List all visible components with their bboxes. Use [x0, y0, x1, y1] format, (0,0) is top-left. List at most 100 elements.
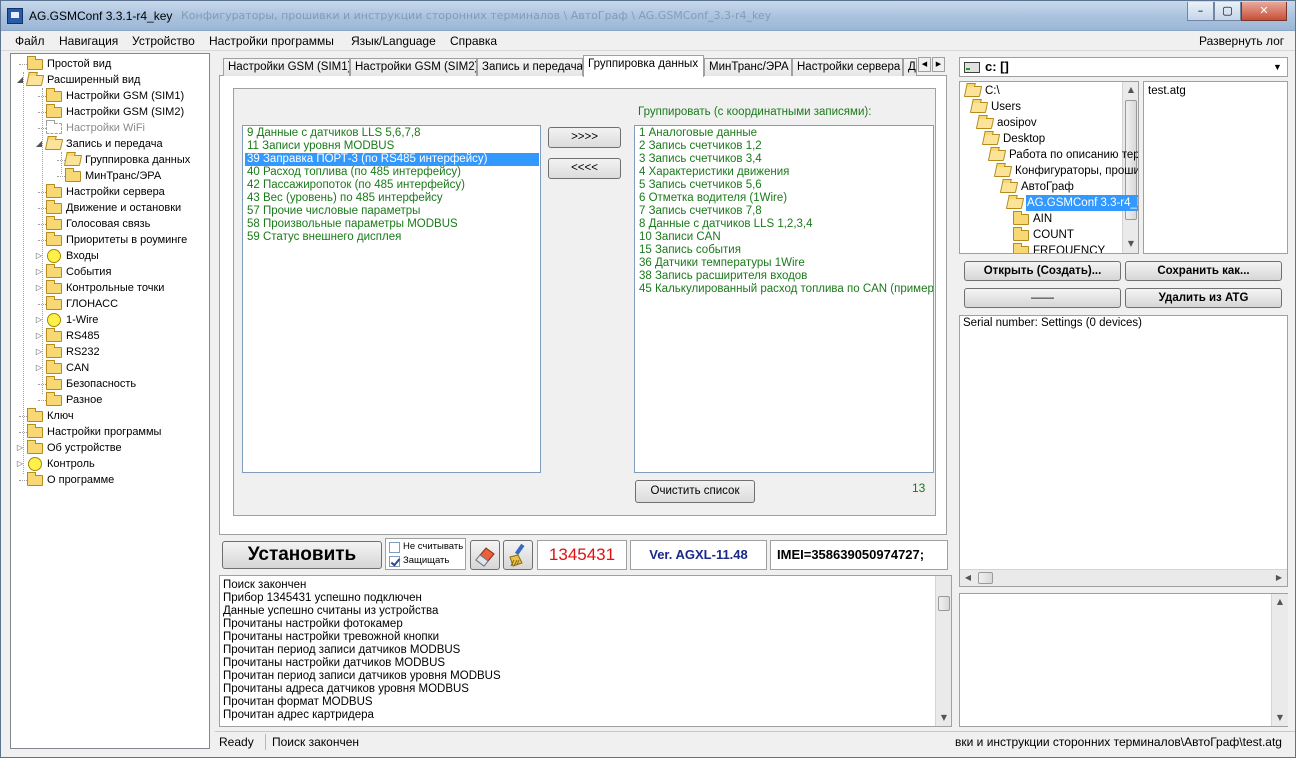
close-button[interactable]: ✕: [1241, 2, 1287, 21]
tab-6[interactable]: Д: [903, 58, 917, 76]
folder-icon: [46, 360, 62, 374]
delete-from-atg-button[interactable]: Удалить из ATG: [1125, 288, 1282, 308]
folder-icon: [1013, 243, 1029, 253]
log-line: Прочитаны настройки тревожной кнопки: [223, 631, 440, 643]
menu-device[interactable]: Устройство: [132, 34, 195, 48]
tree-guide-line: [42, 88, 43, 394]
folder-open-icon: [987, 150, 1007, 161]
tree-node-label: Настройки WiFi: [66, 122, 145, 134]
grouped-record-item[interactable]: 8 Данные с датчиков LLS 1,2,3,4: [637, 218, 813, 231]
folder-open-icon: [1005, 198, 1025, 209]
tree-node-label: События: [66, 266, 112, 278]
tree-node-label: Движение и остановки: [66, 202, 182, 214]
available-record-item[interactable]: 43 Вес (уровень) по 485 интерфейсу: [245, 192, 443, 205]
grouped-record-item[interactable]: 45 Калькулированный расход топлива по CA…: [637, 283, 933, 296]
protect-checkbox[interactable]: [389, 556, 400, 567]
move-right-button[interactable]: >>>>: [548, 127, 621, 148]
clean-brush-button[interactable]: [503, 540, 533, 570]
save-as-button[interactable]: Сохранить как...: [1125, 261, 1282, 281]
devices-h-scrollbar[interactable]: ◀ ▶: [960, 569, 1287, 586]
menu-help[interactable]: Справка: [450, 34, 497, 48]
details-scroll-up[interactable]: ▲: [1272, 594, 1288, 610]
details-scroll-down[interactable]: ▼: [1272, 710, 1288, 726]
folder-icon: [46, 376, 62, 390]
maximize-button[interactable]: ▢: [1214, 2, 1241, 21]
grouped-record-item[interactable]: 4 Характеристики движения: [637, 166, 789, 179]
folder-icon: [46, 328, 62, 342]
file-list[interactable]: test.atg: [1143, 81, 1288, 254]
tab-0[interactable]: Настройки GSM (SIM1): [223, 58, 350, 76]
directory-label: АвтоГраф: [1021, 181, 1074, 193]
directory-scroll-down[interactable]: ▼: [1123, 236, 1138, 252]
tree-connector: [57, 176, 65, 177]
install-button[interactable]: Установить: [222, 541, 382, 569]
minimize-button[interactable]: –: [1187, 2, 1214, 21]
grouped-record-item[interactable]: 7 Запись счетчиков 7,8: [637, 205, 762, 218]
devices-scroll-left[interactable]: ◀: [960, 570, 976, 586]
directory-scroll-up[interactable]: ▲: [1123, 82, 1138, 98]
expand-log-menu[interactable]: Развернуть лог: [1199, 34, 1284, 48]
available-record-item[interactable]: 9 Данные с датчиков LLS 5,6,7,8: [245, 127, 421, 140]
available-records-list[interactable]: 9 Данные с датчиков LLS 5,6,7,8 11 Записи…: [242, 125, 541, 473]
tab-3[interactable]: Группировка данных: [583, 55, 704, 77]
tree-node-label: CAN: [66, 362, 90, 374]
grouped-records-list[interactable]: 1 Аналоговые данные 2 Запись счетчиков 1,…: [634, 125, 934, 473]
menu-file[interactable]: Файл: [15, 34, 45, 48]
eraser-button[interactable]: [470, 540, 500, 570]
available-record-item[interactable]: 59 Статус внешнего дисплея: [245, 231, 401, 244]
directory-label: Desktop: [1003, 133, 1046, 145]
tree-node-label: Разное: [66, 394, 103, 406]
grouped-record-item[interactable]: 1 Аналоговые данные: [637, 127, 757, 140]
tab-2[interactable]: Запись и передача: [477, 58, 583, 76]
devices-scroll-thumb[interactable]: [978, 572, 993, 584]
folder-open-icon: [999, 182, 1019, 193]
menu-navigation[interactable]: Навигация: [59, 34, 118, 48]
menu-language[interactable]: Язык/Language: [351, 34, 436, 48]
available-record-item[interactable]: 57 Прочие числовые параметры: [245, 205, 420, 218]
no-read-checkbox[interactable]: [389, 542, 400, 553]
tab-scroll-right-button[interactable]: ▶: [932, 57, 945, 72]
log-scroll-thumb[interactable]: [938, 596, 950, 611]
grouped-record-item[interactable]: 3 Запись счетчиков 3,4: [637, 153, 762, 166]
drive-selector[interactable]: c: [] ▼: [959, 57, 1288, 77]
grouped-record-item[interactable]: 5 Запись счетчиков 5,6: [637, 179, 762, 192]
available-record-item[interactable]: 40 Расход топлива (по 485 интерфейсу): [245, 166, 461, 179]
folder-open-icon: [993, 166, 1013, 177]
available-record-item[interactable]: 39 Заправка ПОРТ-3 (по RS485 интерфейсу): [245, 153, 539, 166]
folder-icon: [27, 408, 43, 422]
tab-scroll-left-button[interactable]: ◀: [918, 57, 931, 72]
tab-4[interactable]: МинТранс/ЭРА: [704, 58, 792, 76]
log-scrollbar[interactable]: ▼: [935, 576, 951, 726]
available-record-item[interactable]: 42 Пассажиропоток (по 485 интерфейсу): [245, 179, 465, 192]
details-panel: ▲ ▼: [959, 593, 1288, 727]
clear-list-button[interactable]: Очистить список: [635, 480, 755, 503]
log-line: Прочитан адрес картридера: [223, 709, 374, 721]
file-item[interactable]: test.atg: [1148, 83, 1186, 99]
folder-icon: [1013, 211, 1029, 225]
tab-control: ◀ ▶ Настройки GSM (SIM1) Настройки GSM (S…: [219, 55, 947, 535]
grouped-record-item[interactable]: 36 Датчики температуры 1Wire: [637, 257, 805, 270]
tree-node-label: Настройки сервера: [66, 186, 165, 198]
grouped-record-item[interactable]: 15 Запись события: [637, 244, 741, 257]
move-left-button[interactable]: <<<<: [548, 158, 621, 179]
open-create-button[interactable]: Открыть (Создать)...: [964, 261, 1121, 281]
devices-scroll-right[interactable]: ▶: [1271, 570, 1287, 586]
tree-node-label: Входы: [66, 250, 99, 262]
disabled-action-button[interactable]: ——: [964, 288, 1121, 308]
directory-label: Users: [991, 101, 1022, 113]
tab-1[interactable]: Настройки GSM (SIM2): [350, 58, 477, 76]
directory-tree[interactable]: ▲ ▼ C:\ Users aosipov Desktop Работа по опис…: [959, 81, 1139, 254]
grouped-record-item[interactable]: 6 Отметка водителя (1Wire): [637, 192, 787, 205]
available-record-item[interactable]: 58 Произвольные параметры MODBUS: [245, 218, 458, 231]
tab-5[interactable]: Настройки сервера: [792, 58, 903, 76]
tree-node-label: Ключ: [47, 410, 74, 422]
grouped-record-item[interactable]: 38 Запись расширителя входов: [637, 270, 807, 283]
available-record-item[interactable]: 11 Записи уровня MODBUS: [245, 140, 394, 153]
log-scroll-down[interactable]: ▼: [936, 710, 951, 726]
menu-program-settings[interactable]: Настройки программы: [209, 34, 334, 48]
grouped-record-item[interactable]: 10 Записи CAN: [637, 231, 721, 244]
details-scrollbar[interactable]: ▲ ▼: [1271, 594, 1288, 726]
window-title: AG.GSMConf 3.3.1-r4_key: [29, 9, 173, 23]
folder-icon: [27, 56, 43, 70]
grouped-record-item[interactable]: 2 Запись счетчиков 1,2: [637, 140, 762, 153]
